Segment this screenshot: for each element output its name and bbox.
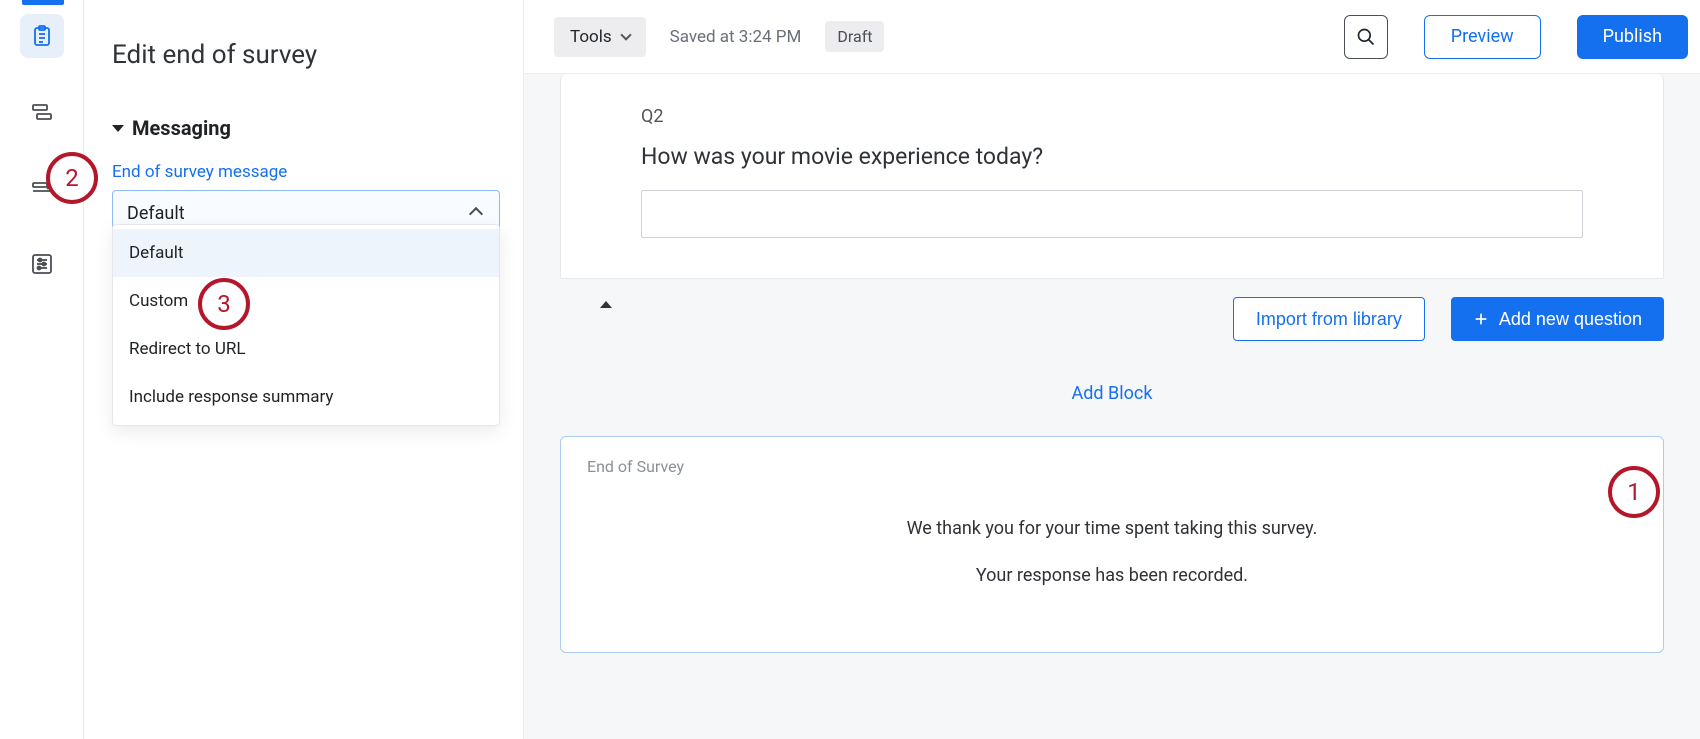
caret-down-icon [112,125,124,132]
rail-active-indicator [22,0,64,5]
add-question-label: Add new question [1499,309,1642,330]
publish-label: Publish [1603,26,1662,47]
block-footer: Import from library Add new question [560,279,1664,351]
eos-message-dropdown: Default Custom Redirect to URL Include r… [112,224,500,426]
chevron-down-icon [620,29,631,40]
search-icon [1356,27,1376,47]
eos-line-2: Your response has been recorded. [587,565,1637,586]
lookfeel-icon [30,176,54,200]
panel-title: Edit end of survey [112,40,523,70]
rail-item-flow[interactable] [20,90,64,134]
flow-icon [30,100,54,124]
dropdown-item-default[interactable]: Default [113,229,499,277]
toolbar: Tools Saved at 3:24 PM Draft Preview Pub… [524,0,1700,74]
clipboard-icon [30,24,54,48]
tools-label: Tools [570,27,612,47]
section-messaging[interactable]: Messaging [112,116,523,140]
rail-item-lookfeel[interactable] [20,166,64,210]
field-label-eos-message: End of survey message [112,162,523,182]
dropdown-item-summary[interactable]: Include response summary [113,373,499,421]
sliders-icon [30,252,54,276]
rail-item-options[interactable] [20,242,64,286]
tools-dropdown[interactable]: Tools [554,17,646,57]
config-panel: Edit end of survey Messaging End of surv… [84,0,524,739]
preview-button[interactable]: Preview [1424,15,1541,59]
question-answer-input[interactable] [641,190,1583,238]
saved-status: Saved at 3:24 PM [670,27,802,47]
add-block-link[interactable]: Add Block [560,351,1664,436]
add-question-button[interactable]: Add new question [1451,297,1664,341]
eos-block-label: End of Survey [587,457,1637,476]
survey-canvas: Q2 How was your movie experience today? … [524,74,1700,739]
search-button[interactable] [1344,15,1388,59]
left-nav-rail [0,0,84,739]
eos-line-1: We thank you for your time spent taking … [587,518,1637,539]
collapse-caret-icon[interactable] [600,301,612,308]
question-id: Q2 [641,106,1583,127]
dropdown-item-custom[interactable]: Custom [113,277,499,325]
import-library-button[interactable]: Import from library [1233,297,1425,341]
preview-label: Preview [1451,26,1514,47]
end-of-survey-block[interactable]: End of Survey We thank you for your time… [560,436,1664,653]
section-label: Messaging [132,116,231,140]
draft-badge: Draft [825,21,884,52]
rail-item-survey[interactable] [20,14,64,58]
question-block[interactable]: Q2 How was your movie experience today? [560,74,1664,279]
dropdown-item-redirect[interactable]: Redirect to URL [113,325,499,373]
select-value: Default [127,203,185,224]
plus-icon [1473,311,1489,327]
question-text[interactable]: How was your movie experience today? [641,143,1583,170]
publish-button[interactable]: Publish [1577,15,1688,59]
chevron-up-icon [469,206,483,220]
